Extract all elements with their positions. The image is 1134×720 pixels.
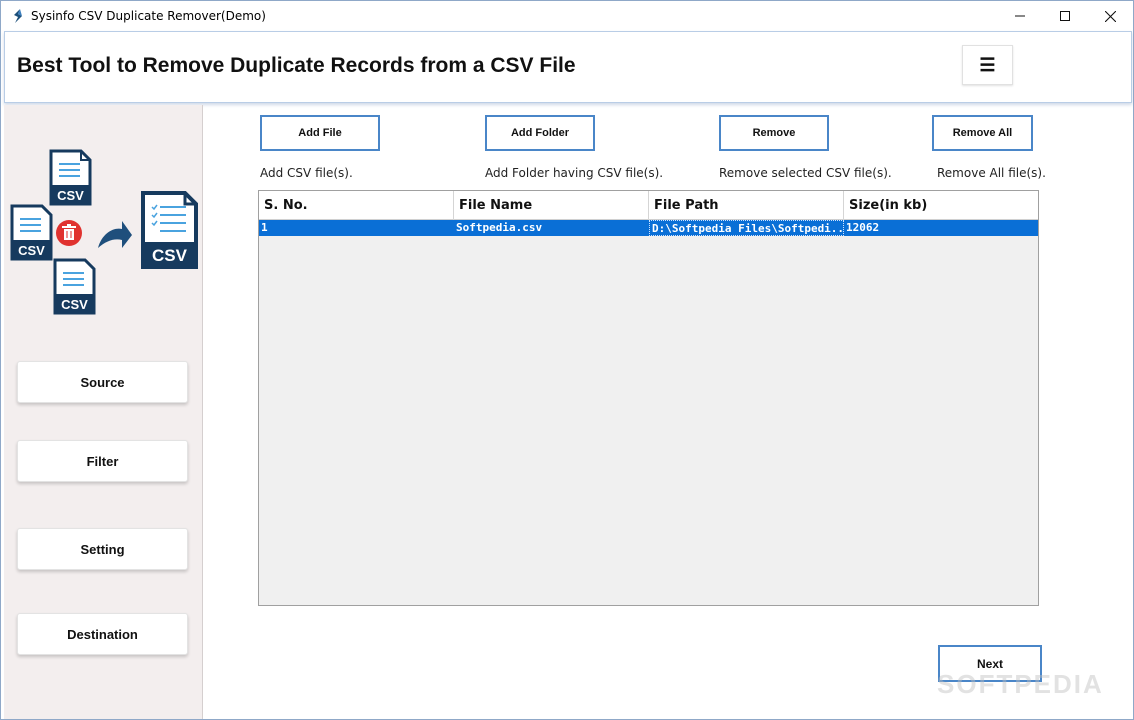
csv-file-icon: CSV [10,204,53,261]
cell-sno: 1 [261,221,268,234]
arrow-right-icon [98,221,132,248]
csv-file-icon: CSV [49,149,92,206]
cell-file-name: Softpedia.csv [456,221,543,234]
add-file-button[interactable]: Add File [260,115,380,151]
remove-all-button[interactable]: Remove All [932,115,1033,151]
column-header-file-name[interactable]: File Name [454,191,649,220]
window-title: Sysinfo CSV Duplicate Remover(Demo) [31,9,266,23]
file-list-table[interactable]: S. No. File Name File Path Size(in kb) 1… [258,190,1039,606]
menu-button[interactable]: ☰ [962,45,1013,85]
app-window: Sysinfo CSV Duplicate Remover(Demo) Best… [0,0,1134,720]
csv-label: CSV [152,246,188,265]
minimize-icon [1015,15,1025,17]
sidebar-item-filter[interactable]: Filter [17,440,188,482]
app-logo-icon [14,9,22,23]
page-title: Best Tool to Remove Duplicate Records fr… [17,54,576,77]
cell-size: 12062 [846,221,880,234]
sidebar-item-source[interactable]: Source [17,361,188,403]
sidebar-item-setting[interactable]: Setting [17,528,188,570]
csv-file-icon: CSV [53,258,96,315]
add-file-hint: Add CSV file(s). [260,166,353,180]
watermark: SOFTPEDIA [937,669,1104,699]
sidebar-item-destination[interactable]: Destination [17,613,188,655]
minimize-button[interactable] [997,1,1043,31]
column-header-size[interactable]: Size(in kb) [844,191,1038,220]
column-header-sno[interactable]: S. No. [259,191,454,220]
csv-label: CSV [61,297,88,312]
remove-hint: Remove selected CSV file(s). [719,166,892,180]
csv-file-icon: CSV [141,191,198,269]
maximize-icon [1060,11,1070,21]
maximize-button[interactable] [1042,1,1088,31]
close-button[interactable] [1087,1,1133,31]
add-folder-hint: Add Folder having CSV file(s). [485,166,664,180]
csv-label: CSV [57,188,84,203]
hamburger-menu-icon: ☰ [979,54,996,75]
add-folder-button[interactable]: Add Folder [485,115,595,151]
title-bar[interactable]: Sysinfo CSV Duplicate Remover(Demo) [1,1,1133,31]
header-banner: Best Tool to Remove Duplicate Records fr… [4,31,1132,103]
table-header: S. No. File Name File Path Size(in kb) [259,191,1038,220]
column-header-file-path[interactable]: File Path [649,191,844,220]
table-row[interactable]: 1 Softpedia.csv D:\Softpedia Files\Softp… [259,220,1038,236]
cell-file-path: D:\Softpedia Files\Softpedi... [649,220,844,236]
close-icon [1104,10,1116,22]
sidebar: CSV CSV CSV CSV Source Filter Setting De… [4,105,203,719]
csv-illustration: CSV CSV CSV CSV [10,149,198,315]
csv-label: CSV [18,243,45,258]
remove-all-hint: Remove All file(s). [937,166,1046,180]
remove-button[interactable]: Remove [719,115,829,151]
delete-icon [56,220,82,246]
